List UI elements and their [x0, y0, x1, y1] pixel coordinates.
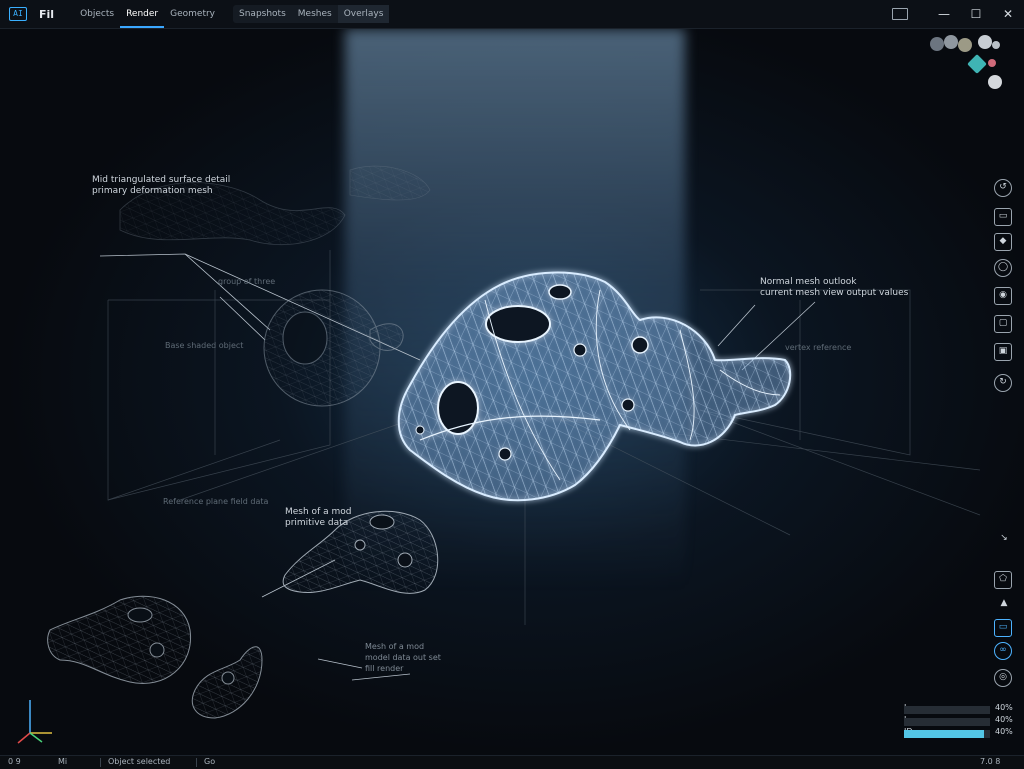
link-icon[interactable]: ∞ [994, 642, 1012, 660]
annotation-lower-note: Mesh of a mod model data out set fill re… [365, 641, 441, 674]
annotation-ghost-b: Base shaded object [165, 341, 244, 350]
camera-icon[interactable]: ◉ [994, 287, 1012, 305]
annotation-line: Mid triangulated surface detail [92, 175, 231, 185]
axis-gizmo [17, 700, 52, 744]
progress-value: 40% [995, 727, 1013, 736]
perspective-icon[interactable] [967, 54, 987, 74]
orbit-z-icon[interactable] [958, 38, 972, 52]
progress-bar-2 [904, 718, 990, 726]
view-tab-group: Snapshots Meshes Overlays [233, 5, 390, 23]
scene-canvas [17, 165, 981, 744]
tab-objects[interactable]: Objects [74, 0, 120, 28]
status-info: Object selected [108, 757, 171, 766]
tab-snapshots[interactable]: Snapshots [233, 5, 292, 23]
panel-icon[interactable]: ▭ [994, 619, 1012, 637]
annotation-lower-mid: Mesh of a mod primitive data [285, 507, 351, 529]
annotation-line: Mesh of a mod [285, 507, 352, 517]
orbit-x-icon[interactable] [930, 37, 944, 51]
tab-render[interactable]: Render [120, 0, 164, 28]
cube-icon[interactable]: ▢ [994, 315, 1012, 333]
minimize-button[interactable]: — [928, 0, 960, 28]
reset-view-icon[interactable] [988, 75, 1002, 89]
maximize-button[interactable]: ☐ [960, 0, 992, 28]
status-zoom[interactable]: Go [204, 757, 215, 766]
arrow-icon[interactable]: ▲ [996, 596, 1012, 612]
orbit-y-icon[interactable] [944, 35, 958, 49]
progress-bar-1 [904, 706, 990, 714]
annotation-line: current mesh view output values [760, 288, 909, 298]
main-tabs: Objects Render Geometry [74, 0, 221, 28]
shape-icon[interactable]: ⬠ [994, 571, 1012, 589]
annotation-line: primary deformation mesh [92, 186, 213, 196]
history-icon[interactable]: ↻ [994, 374, 1012, 392]
annotation-line: primitive data [285, 518, 349, 528]
small-mesh-1 [47, 595, 192, 684]
annotation-line: fill render [365, 664, 404, 673]
app-name: Fil [39, 7, 55, 21]
lasso-icon[interactable]: ↺ [994, 179, 1012, 197]
annotation-callout-right: Normal mesh outlook current mesh view ou… [760, 277, 908, 299]
snap-icon[interactable]: ↘ [996, 531, 1012, 547]
tab-geometry[interactable]: Geometry [164, 0, 221, 28]
app-logo: AI [9, 7, 27, 21]
status-bar: 0 9 Mi Object selected Go 7.0 8 [0, 755, 1024, 769]
zoom-icon[interactable] [992, 41, 1000, 49]
annotation-top-left: Mid triangulated surface detail primary … [92, 175, 230, 197]
annotation-line: Normal mesh outlook [760, 277, 857, 287]
progress-bar-3 [904, 730, 990, 738]
frame-icon[interactable]: ▭ [994, 208, 1012, 226]
main-wireframe-object [397, 271, 792, 502]
status-coords: 0 9 [8, 757, 21, 766]
orbit-icon[interactable]: ◯ [994, 259, 1012, 277]
annotation-ghost-a: group of three [218, 277, 276, 286]
status-divider [196, 758, 197, 767]
folder-icon[interactable] [892, 8, 908, 20]
annotation-line: model data out set [365, 653, 441, 662]
tab-meshes[interactable]: Meshes [292, 5, 338, 23]
view-cube-gizmo[interactable] [930, 35, 1010, 95]
export-icon[interactable]: ▣ [994, 343, 1012, 361]
3d-viewport[interactable]: Mid triangulated surface detail primary … [0, 29, 1024, 755]
title-bar: AI Fil Objects Render Geometry Snapshots… [0, 0, 1024, 29]
small-mesh-2 [191, 646, 263, 719]
window-controls: — ☐ ✕ [892, 0, 1024, 28]
annotation-line: Mesh of a mod [365, 642, 425, 651]
status-right: 7.0 8 [980, 757, 1001, 766]
progress-value: 40% [995, 703, 1013, 712]
home-view-icon[interactable] [978, 35, 992, 49]
status-divider [100, 758, 101, 767]
progress-value: 40% [995, 715, 1013, 724]
brush-icon[interactable]: ◆ [994, 233, 1012, 251]
settings-icon[interactable]: ◎ [994, 669, 1012, 687]
close-button[interactable]: ✕ [992, 0, 1024, 28]
camera-dot-icon[interactable] [988, 59, 996, 67]
tab-overlays[interactable]: Overlays [337, 5, 390, 23]
annotation-ghost-d: Reference plane field data [163, 497, 269, 506]
ghost-ring-object [263, 289, 404, 407]
annotation-ghost-c: vertex reference [785, 343, 852, 352]
progress-fill [904, 730, 984, 738]
status-mode[interactable]: Mi [58, 757, 67, 766]
